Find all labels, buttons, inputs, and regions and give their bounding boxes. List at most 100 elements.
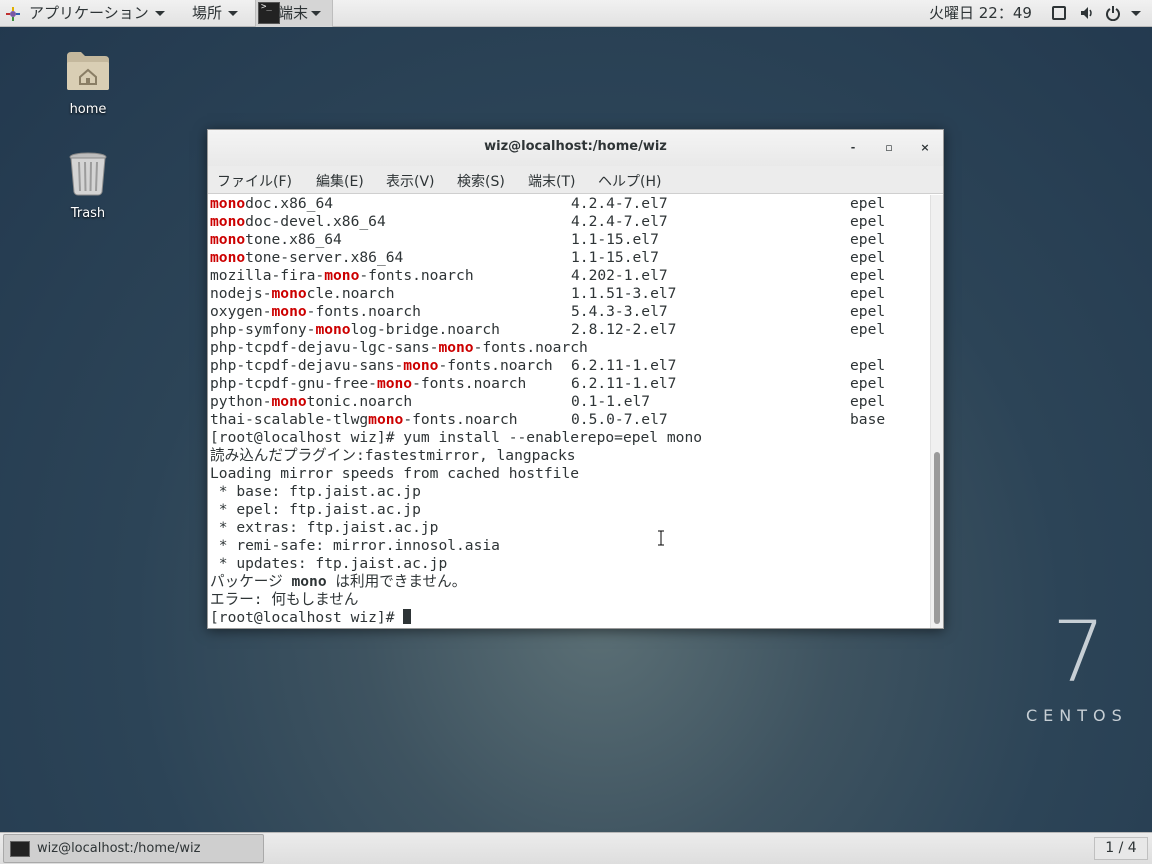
- output-line: * extras: ftp.jaist.ac.jp: [210, 519, 439, 536]
- package-name-prefix: php-tcpdf-dejavu-lgc-sans-: [210, 339, 439, 356]
- terminal-icon: [258, 2, 280, 24]
- applications-menu[interactable]: アプリケーション: [29, 0, 165, 27]
- package-repo: epel: [850, 267, 886, 284]
- package-repo: epel: [850, 249, 886, 266]
- bottom-panel: wiz@localhost:/home/wiz 1 / 4: [0, 832, 1152, 864]
- package-name-suffix: doc.x86_64: [245, 195, 334, 212]
- package-name-suffix: tonic.noarch: [306, 393, 413, 410]
- package-name-prefix: python-: [210, 393, 272, 410]
- package-name-suffix: cle.noarch: [306, 285, 395, 302]
- package-repo: epel: [850, 231, 886, 248]
- clock[interactable]: 火曜日 22：49: [929, 0, 1032, 27]
- menu-file[interactable]: ファイル(F): [217, 171, 292, 191]
- package-name-suffix: -fonts.noarch: [412, 375, 527, 392]
- places-menu-label: 場所: [192, 4, 223, 22]
- places-menu[interactable]: 場所: [192, 0, 239, 27]
- package-name-match: mono: [271, 285, 307, 302]
- close-button[interactable]: ×: [916, 139, 934, 157]
- centos-logo-word: CENTOS: [1026, 706, 1128, 725]
- terminal-output[interactable]: monodoc.x86_64 4.2.4-7.el7 epel monodoc-dev…: [208, 195, 930, 628]
- unavailable-package: mono: [291, 573, 327, 590]
- desktop-trash-icon[interactable]: Trash: [43, 152, 133, 221]
- package-name-suffix: tone-server.x86_64: [245, 249, 404, 266]
- package-repo: epel: [850, 195, 886, 212]
- home-label: home: [69, 102, 107, 117]
- menu-help[interactable]: ヘルプ(H): [598, 171, 661, 191]
- workspace-switcher[interactable]: 1 / 4: [1094, 837, 1148, 860]
- scrollbar-thumb[interactable]: [934, 452, 940, 624]
- package-name-match: mono: [376, 375, 413, 392]
- package-row: php-tcpdf-dejavu-lgc-sans-mono-fonts.noa…: [210, 339, 588, 357]
- centos-logo-number: 7: [1052, 603, 1106, 701]
- unavailable-prefix: パッケージ: [210, 573, 292, 590]
- package-name-prefix: php-symfony-: [210, 321, 316, 338]
- package-name-suffix: -fonts.noarch: [403, 411, 518, 428]
- package-name-prefix: mozilla-fira-: [210, 267, 325, 284]
- package-name-match: mono: [271, 303, 307, 320]
- volume-icon[interactable]: [1079, 5, 1095, 21]
- package-name-prefix: php-tcpdf-dejavu-sans-: [210, 357, 404, 374]
- taskbar-window-button[interactable]: wiz@localhost:/home/wiz: [3, 834, 264, 863]
- package-version: 4.2.4-7.el7: [571, 195, 668, 212]
- output-line: Loading mirror speeds from cached hostfi…: [210, 465, 580, 482]
- text-cursor: [403, 609, 412, 624]
- package-name-prefix: thai-scalable-tlwg: [210, 411, 369, 428]
- package-name-suffix: -fonts.noarch: [359, 267, 474, 284]
- package-name-match: mono: [438, 339, 474, 356]
- package-name-match: mono: [315, 321, 351, 338]
- package-version: 2.8.12-2.el7: [571, 321, 677, 338]
- package-version: 4.202-1.el7: [571, 267, 668, 284]
- window-icon[interactable]: [1051, 5, 1067, 21]
- prompt-line[interactable]: [root@localhost wiz]#: [210, 609, 412, 627]
- package-row: monodoc.x86_64 4.2.4-7.el7 epel: [210, 195, 885, 213]
- menu-terminal[interactable]: 端末(T): [528, 171, 575, 191]
- package-row: thai-scalable-tlwgmono-fonts.noarch 0.5.0…: [210, 411, 885, 429]
- package-repo: epel: [850, 375, 886, 392]
- trash-label: Trash: [70, 206, 106, 221]
- package-name-match: mono: [210, 213, 246, 230]
- chevron-down-icon: [228, 11, 239, 16]
- window-titlebar[interactable]: wiz@localhost:/home/wiz - ▫ ×: [208, 130, 943, 166]
- trash-icon: [69, 152, 107, 196]
- terminal-app-menu[interactable]: 端末: [255, 0, 333, 27]
- output-line: * updates: ftp.jaist.ac.jp: [210, 555, 448, 572]
- package-row: nodejs-monocle.noarch 1.1.51-3.el7 epel: [210, 285, 885, 303]
- package-name-match: mono: [210, 231, 246, 248]
- package-row: monodoc-devel.x86_64 4.2.4-7.el7 epel: [210, 213, 885, 231]
- package-repo: epel: [850, 321, 886, 338]
- package-name-prefix: nodejs-: [210, 285, 272, 302]
- menu-view[interactable]: 表示(V): [386, 171, 435, 191]
- menu-search[interactable]: 検索(S): [457, 171, 505, 191]
- package-name-match: mono: [368, 411, 404, 428]
- output-line: * epel: ftp.jaist.ac.jp: [210, 501, 421, 518]
- scrollbar[interactable]: [930, 195, 943, 628]
- package-row: php-tcpdf-gnu-free-mono-fonts.noarch 6.2.…: [210, 375, 885, 393]
- package-repo: epel: [850, 357, 886, 374]
- minimize-button[interactable]: -: [844, 139, 862, 157]
- chevron-down-icon[interactable]: [1131, 11, 1141, 16]
- power-icon[interactable]: [1105, 5, 1121, 21]
- package-name-suffix: doc-devel.x86_64: [245, 213, 386, 230]
- package-version: 4.2.4-7.el7: [571, 213, 668, 230]
- maximize-button[interactable]: ▫: [880, 139, 898, 157]
- home-folder-icon: [67, 52, 109, 90]
- package-repo: epel: [850, 393, 886, 410]
- terminal-icon: [10, 841, 30, 857]
- package-row: oxygen-mono-fonts.noarch 5.4.3-3.el7 epel: [210, 303, 885, 321]
- terminal-app-label: 端末: [278, 4, 309, 22]
- unavailable-suffix: は利用できません。: [326, 573, 467, 590]
- package-row: php-tcpdf-dejavu-sans-mono-fonts.noarch 6…: [210, 357, 885, 375]
- package-repo: base: [850, 411, 886, 428]
- taskbar-window-label: wiz@localhost:/home/wiz: [37, 841, 201, 856]
- terminal-window[interactable]: wiz@localhost:/home/wiz - ▫ × ファイル(F) 編集…: [207, 129, 944, 629]
- package-version: 1.1-15.el7: [571, 231, 659, 248]
- package-name-match: mono: [210, 195, 246, 212]
- output-line: * remi-safe: mirror.innosol.asia: [210, 537, 500, 554]
- package-row: monotone.x86_64 1.1-15.el7 epel: [210, 231, 885, 249]
- package-version: 5.4.3-3.el7: [571, 303, 668, 320]
- package-row: php-symfony-monolog-bridge.noarch 2.8.12-…: [210, 321, 885, 339]
- package-name-suffix: tone.x86_64: [245, 231, 342, 248]
- mouse-cursor-icon: [658, 530, 664, 546]
- desktop-home-icon[interactable]: home: [43, 50, 133, 117]
- menu-edit[interactable]: 編集(E): [316, 171, 364, 191]
